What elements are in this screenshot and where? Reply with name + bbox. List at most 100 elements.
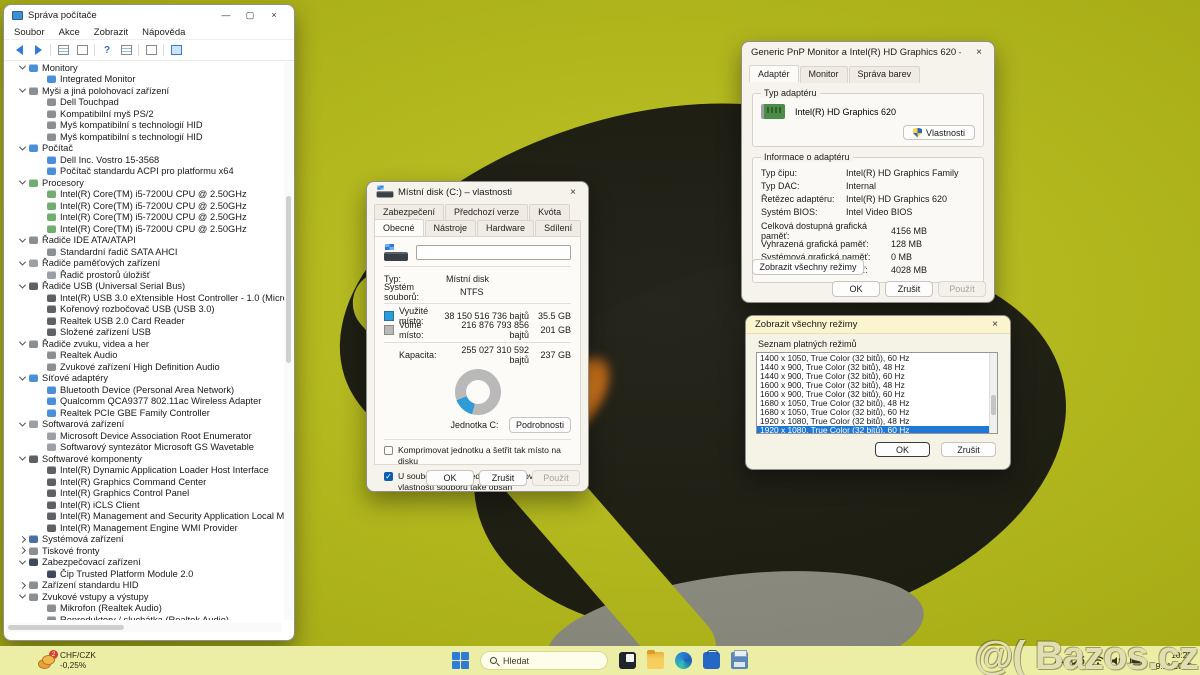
tree-item[interactable]: Standardní řadič SATA AHCI: [10, 246, 284, 258]
tree-item[interactable]: Softwarové komponenty: [10, 453, 284, 465]
ok-button[interactable]: OK: [426, 469, 474, 486]
tab-zabezpečení[interactable]: Zabezpečení: [374, 204, 445, 220]
tree-item[interactable]: Řadiče zvuku, videa a her: [10, 338, 284, 350]
horizontal-scrollbar[interactable]: [6, 623, 282, 632]
minimize-button[interactable]: —: [214, 6, 238, 24]
dialog-titlebar[interactable]: Zobrazit všechny režimy ×: [746, 316, 1010, 334]
tree-item[interactable]: Microsoft Device Association Root Enumer…: [10, 430, 284, 442]
listbox-scrollbar[interactable]: [989, 353, 997, 433]
cancel-button[interactable]: Zrušit: [479, 469, 527, 486]
tree-item[interactable]: Integrated Monitor: [10, 74, 284, 86]
details-button[interactable]: Podrobnosti: [509, 417, 571, 433]
tree-item[interactable]: Systémová zařízení: [10, 534, 284, 546]
tree-item[interactable]: Realtek Audio: [10, 350, 284, 362]
tree-item[interactable]: Řadiče IDE ATA/ATAPI: [10, 235, 284, 247]
tree-item[interactable]: Mikrofon (Realtek Audio): [10, 603, 284, 615]
tree-item[interactable]: Softwarový syntezátor Microsoft GS Wavet…: [10, 442, 284, 454]
scrollbar-thumb[interactable]: [991, 394, 996, 416]
expander-icon[interactable]: [18, 235, 27, 243]
cancel-button[interactable]: Zrušit: [885, 280, 933, 297]
close-icon[interactable]: ×: [560, 183, 586, 201]
tab-správa-barev[interactable]: Správa barev: [848, 66, 921, 83]
close-button[interactable]: ×: [262, 6, 286, 24]
tree-item[interactable]: Intel(R) Core(TM) i5-7200U CPU @ 2.50GHz: [10, 212, 284, 224]
compress-checkbox[interactable]: [384, 446, 393, 455]
console-tree-icon[interactable]: [75, 44, 89, 57]
tree-item[interactable]: Intel(R) Core(TM) i5-7200U CPU @ 2.50GHz: [10, 189, 284, 201]
maximize-button[interactable]: ▢: [238, 6, 262, 24]
tree-item[interactable]: Realtek PCIe GBE Family Controller: [10, 407, 284, 419]
tree-item[interactable]: Počítač standardu ACPI pro platformu x64: [10, 166, 284, 178]
expander-icon[interactable]: [18, 62, 27, 70]
tree-item[interactable]: Reproduktory / sluchátka (Realtek Audio): [10, 614, 284, 620]
start-button[interactable]: [452, 652, 469, 669]
adapter-properties-button[interactable]: Vlastnosti: [903, 125, 975, 140]
tab-hardware[interactable]: Hardware: [477, 220, 535, 237]
tree-item[interactable]: Intel(R) Management and Security Applica…: [10, 511, 284, 523]
modes-listbox[interactable]: 1400 x 1050, True Color (32 bitů), 60 Hz…: [756, 352, 998, 434]
scrollbar-thumb[interactable]: [8, 625, 124, 630]
tree-item[interactable]: Řadiče paměťových zařízení: [10, 258, 284, 270]
tree-item[interactable]: Řadiče USB (Universal Serial Bus): [10, 281, 284, 293]
tree-item[interactable]: Řadič prostorů úložišť: [10, 269, 284, 281]
expander-icon[interactable]: [18, 338, 27, 346]
tree-item[interactable]: Intel(R) Core(TM) i5-7200U CPU @ 2.50GHz: [10, 200, 284, 212]
expander-icon[interactable]: [18, 373, 27, 381]
tree-item[interactable]: Intel(R) Core(TM) i5-7200U CPU @ 2.50GHz: [10, 223, 284, 235]
expander-icon[interactable]: [18, 547, 27, 555]
expander-icon[interactable]: [18, 143, 27, 151]
expander-icon[interactable]: [18, 258, 27, 266]
tree-item[interactable]: Qualcomm QCA9377 802.11ac Wireless Adapt…: [10, 396, 284, 408]
apply-button[interactable]: Použít: [938, 280, 986, 297]
tree-item[interactable]: Myš kompatibilní s technologií HID: [10, 131, 284, 143]
menu-nápověda[interactable]: Nápověda: [142, 27, 185, 38]
show-all-modes-button[interactable]: Zobrazit všechny režimy: [752, 259, 864, 275]
tree-item[interactable]: Intel(R) iCLS Client: [10, 499, 284, 511]
expander-icon[interactable]: [18, 453, 27, 461]
forward-icon[interactable]: [31, 44, 45, 57]
expander-icon[interactable]: [18, 85, 27, 93]
tab-kvóta[interactable]: Kvóta: [529, 204, 571, 220]
expander-icon[interactable]: [18, 281, 27, 289]
tree-item[interactable]: Zvukové vstupy a výstupy: [10, 591, 284, 603]
vertical-scrollbar[interactable]: [284, 62, 293, 620]
tree-item[interactable]: Intel(R) USB 3.0 eXtensible Host Control…: [10, 292, 284, 304]
expander-icon[interactable]: [18, 581, 27, 589]
printer-icon[interactable]: [731, 650, 748, 669]
expander-icon[interactable]: [18, 591, 27, 599]
back-icon[interactable]: [12, 44, 26, 57]
weather-stock-widget[interactable]: 2 CHF/CZK -0,25%: [38, 649, 96, 670]
tree-item[interactable]: Čip Trusted Platform Module 2.0: [10, 568, 284, 580]
ok-button[interactable]: OK: [832, 280, 880, 297]
tree-item[interactable]: Realtek USB 2.0 Card Reader: [10, 315, 284, 327]
dialog-titlebar[interactable]: Generic PnP Monitor a Intel(R) HD Graphi…: [742, 42, 994, 62]
tree-item[interactable]: Dell Inc. Vostro 15-3568: [10, 154, 284, 166]
tree-item[interactable]: Síťové adaptéry: [10, 373, 284, 385]
tree-item[interactable]: Kořenový rozbočovač USB (USB 3.0): [10, 304, 284, 316]
dialog-titlebar[interactable]: Místní disk (C:) – vlastnosti ×: [367, 182, 588, 202]
tree-item[interactable]: Zabezpečovací zařízení: [10, 557, 284, 569]
cancel-button[interactable]: Zrušit: [941, 442, 996, 457]
close-icon[interactable]: ×: [966, 43, 992, 61]
tree-item[interactable]: Softwarová zařízení: [10, 419, 284, 431]
tab-obecné[interactable]: Obecné: [374, 219, 424, 236]
scrollbar-thumb[interactable]: [286, 195, 291, 364]
tab-nástroje[interactable]: Nástroje: [424, 220, 477, 237]
volume-label-input[interactable]: [416, 245, 571, 260]
toolbox-icon[interactable]: [703, 650, 720, 669]
tree-item[interactable]: Intel(R) Management Engine WMI Provider: [10, 522, 284, 534]
tab-sdílení[interactable]: Sdílení: [535, 220, 582, 237]
expander-icon[interactable]: [18, 419, 27, 427]
tree-item[interactable]: Myši a jiná polohovací zařízení: [10, 85, 284, 97]
tree-item[interactable]: Procesory: [10, 177, 284, 189]
tree-item[interactable]: Kompatibilní myš PS/2: [10, 108, 284, 120]
file-explorer-icon[interactable]: [647, 650, 664, 669]
search-box[interactable]: Hledat: [480, 651, 608, 670]
tree-item[interactable]: Zvukové zařízení High Definition Audio: [10, 361, 284, 373]
expander-icon[interactable]: [18, 535, 27, 543]
scan-hardware-icon[interactable]: [144, 44, 158, 57]
task-view-icon[interactable]: [619, 652, 636, 669]
tree-item[interactable]: Dell Touchpad: [10, 97, 284, 109]
mode-list-item[interactable]: 1920 x 1080, True Color (32 bitů), 60 Hz: [757, 425, 997, 433]
tree-item[interactable]: Intel(R) Graphics Control Panel: [10, 488, 284, 500]
